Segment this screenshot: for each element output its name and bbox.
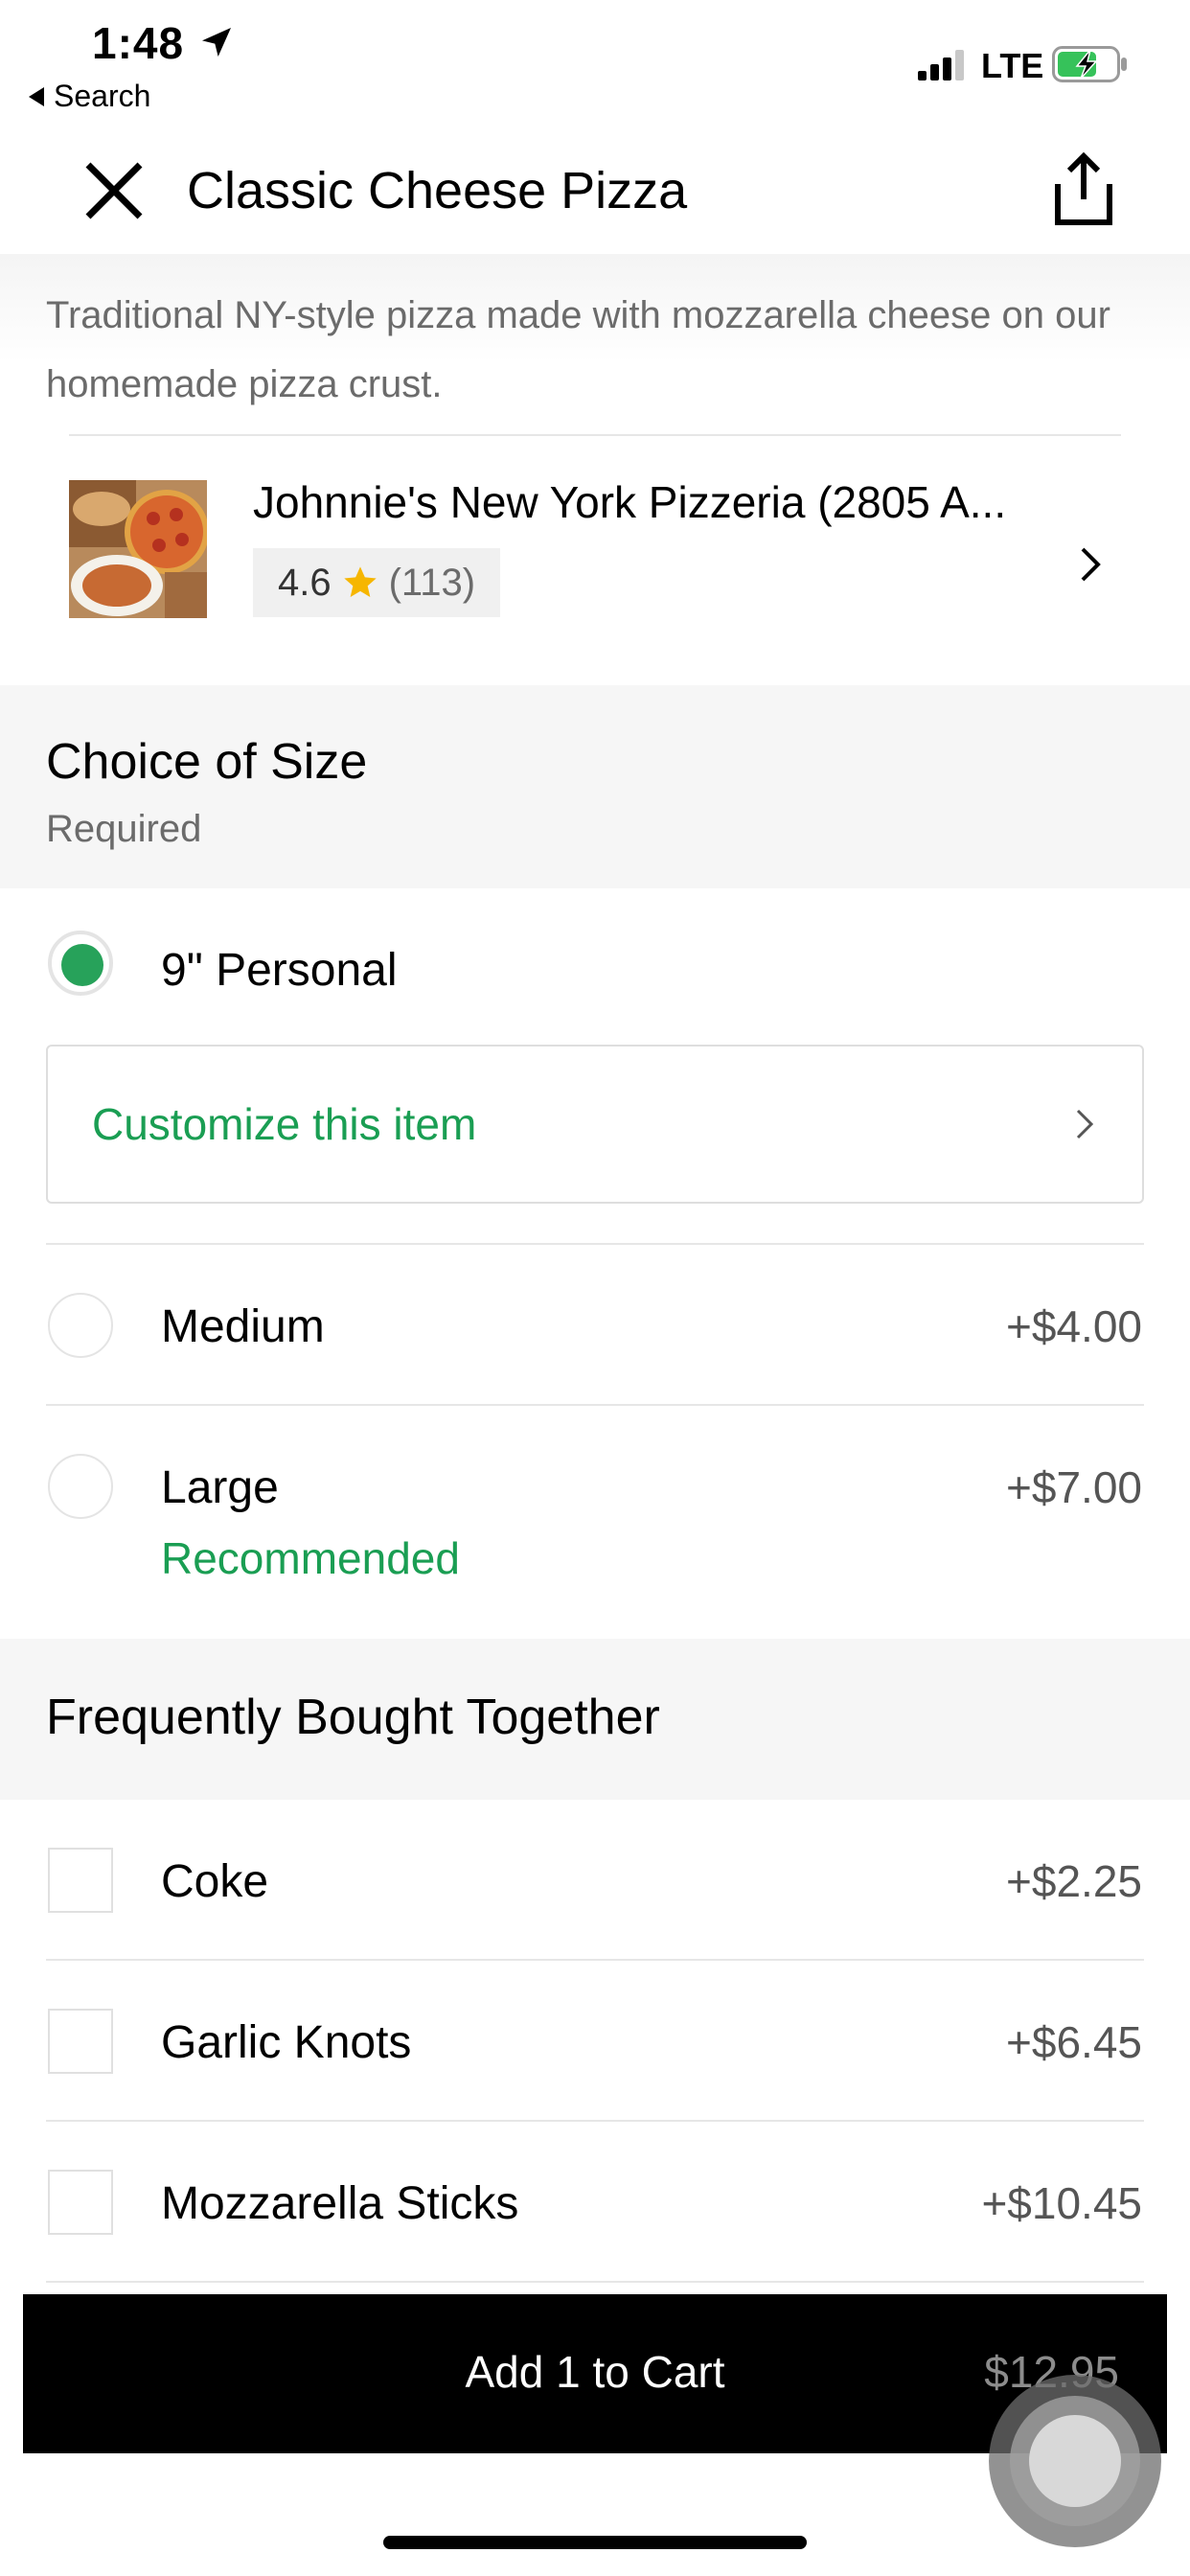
chevron-right-icon [1076, 1109, 1094, 1139]
option-price: +$2.25 [1006, 1856, 1142, 1906]
signal-icon [918, 50, 964, 80]
restaurant-row[interactable]: Johnnie's New York Pizzeria (2805 A... 4… [0, 436, 1190, 685]
fbt-item-coke[interactable]: Coke +$2.25 [0, 1800, 1190, 1959]
customize-label: Customize this item [92, 1099, 477, 1149]
size-option-medium[interactable]: Medium +$4.00 [0, 1245, 1190, 1404]
rating-badge: 4.6 (113) [253, 548, 501, 617]
option-price: +$10.45 [981, 2178, 1142, 2228]
option-label: Coke [161, 1856, 269, 1907]
share-icon[interactable] [1050, 151, 1117, 228]
status-bar: 1:48 Search LTE [0, 0, 1190, 134]
checkbox[interactable] [48, 2170, 113, 2235]
battery-charging-icon [1052, 46, 1127, 82]
home-indicator[interactable] [383, 2536, 807, 2549]
location-arrow-icon [202, 28, 231, 57]
rating-value: 4.6 [278, 561, 332, 604]
option-label: Mozzarella Sticks [161, 2178, 519, 2229]
back-to-search-link[interactable]: Search [29, 79, 150, 114]
restaurant-name: Johnnie's New York Pizzeria (2805 A... [253, 477, 1007, 527]
customize-item-button[interactable]: Customize this item [46, 1045, 1144, 1204]
review-count: (113) [388, 561, 476, 604]
item-header: Classic Cheese Pizza [0, 134, 1190, 254]
fbt-section-header: Frequently Bought Together [0, 1639, 1190, 1800]
fbt-item-garlic-knots[interactable]: Garlic Knots +$6.45 [0, 1961, 1190, 2120]
checkbox[interactable] [48, 2009, 113, 2074]
section-title: Frequently Bought Together [46, 1690, 660, 1745]
option-price: +$7.00 [1006, 1462, 1142, 1512]
chevron-right-icon [1081, 547, 1101, 582]
checkbox[interactable] [48, 1848, 113, 1913]
radio-unselected[interactable] [48, 1454, 113, 1519]
required-label: Required [46, 808, 202, 850]
size-option-large[interactable]: Large +$7.00 Recommended [0, 1406, 1190, 1639]
star-icon [343, 566, 377, 597]
section-title: Choice of Size [46, 734, 368, 790]
option-price: +$4.00 [1006, 1301, 1142, 1351]
fbt-item-mozzarella-sticks[interactable]: Mozzarella Sticks +$10.45 [0, 2122, 1190, 2281]
radio-unselected[interactable] [48, 1293, 113, 1358]
close-icon[interactable] [82, 159, 146, 222]
radio-selected[interactable] [48, 931, 113, 996]
item-description: Traditional NY-style pizza made with moz… [46, 294, 1110, 405]
back-search-label: Search [54, 79, 151, 113]
size-section-header: Choice of Size Required [0, 685, 1190, 888]
back-triangle-icon [29, 86, 44, 106]
assistive-touch-button[interactable] [989, 2375, 1161, 2547]
network-type: LTE [981, 46, 1044, 85]
option-label: 9" Personal [161, 945, 398, 996]
status-time: 1:48 [92, 18, 185, 68]
recommended-badge: Recommended [161, 1533, 460, 1583]
option-label: Large [161, 1462, 279, 1513]
option-label: Medium [161, 1301, 325, 1352]
option-price: +$6.45 [1006, 2017, 1142, 2067]
divider [46, 2281, 1144, 2283]
page-title: Classic Cheese Pizza [187, 162, 688, 219]
restaurant-thumbnail [69, 480, 207, 618]
description-area: Traditional NY-style pizza made with moz… [0, 254, 1190, 436]
option-label: Garlic Knots [161, 2017, 412, 2068]
